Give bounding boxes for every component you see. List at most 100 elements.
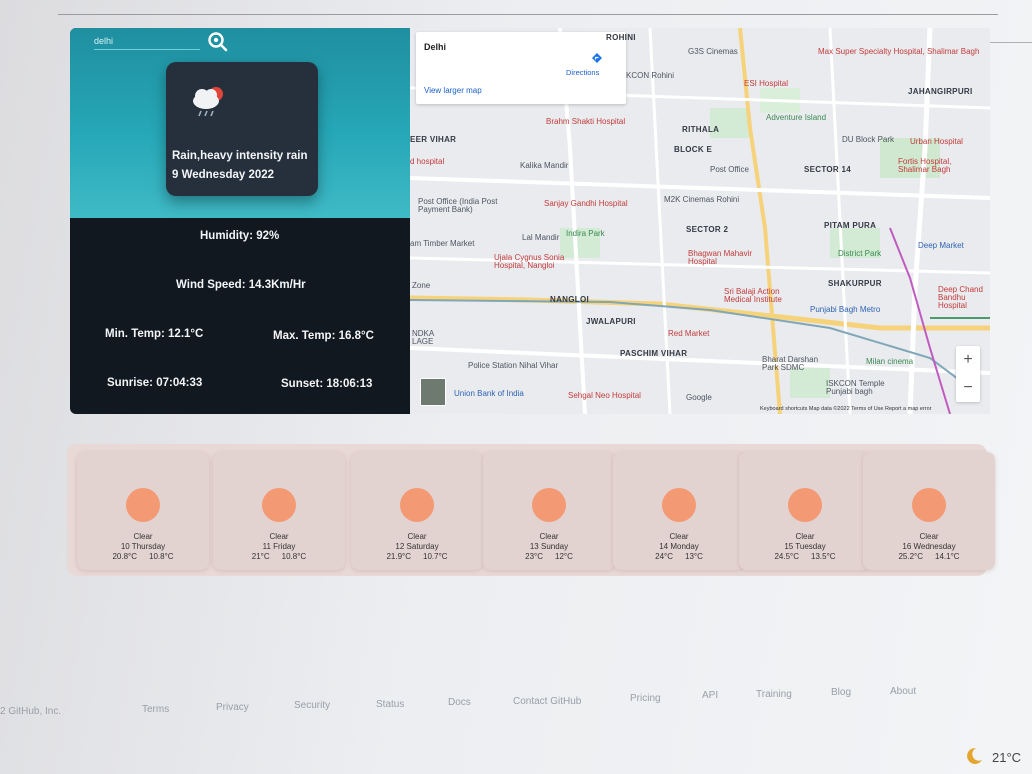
embedded-map[interactable]: Delhi Directions View larger map ROHINI … [410,28,990,414]
forecast-strip: Clear 10 Thursday 20.8°C 10.8°C Clear 11 Frid… [67,444,995,576]
forecast-condition: Clear [407,532,427,541]
forecast-day-card: Clear 13 Sunday 23°C 12°C [483,452,615,570]
forecast-day-card: Clear 16 Wednesday 25.2°C 14.1°C [863,452,995,570]
current-weather-card: Rain,heavy intensity rain 9 Wednesday 20… [166,62,318,196]
map-label-m2k: M2K Cinemas Rohini [664,195,740,204]
directions-icon[interactable] [591,52,603,64]
map-label-rithala: RITHALA [682,125,720,134]
map-label-jahangirpuri: JAHANGIRPURI [908,87,973,96]
map-info-box: Delhi Directions View larger map [416,32,626,104]
sun-icon [126,488,160,522]
forecast-min-temp: 10.8°C [149,552,174,561]
forecast-date: 12 Saturday [395,542,439,551]
footer-link-pricing[interactable]: Pricing [630,693,661,704]
map-label-bharat: Bharat Darshan Park SDMC [762,355,819,372]
forecast-condition: Clear [539,532,559,541]
zoom-in-icon[interactable]: + [956,346,980,374]
footer-link-status[interactable]: Status [376,699,404,710]
forecast-date: 10 Thursday [120,542,166,551]
forecast-temps: 21.9°C 10.7°C [351,552,483,561]
map-label-district-park: District Park [838,249,882,258]
map-label-esi: ESI Hospital [744,79,789,88]
map-label-bhagwan: Bhagwan Mahavir Hospital [688,249,753,266]
directions-link[interactable]: Directions [566,68,599,77]
map-label-post-office: Post Office [710,165,749,174]
map-label-sector2: SECTOR 2 [686,225,729,234]
max-temp: Max. Temp: 16.8°C [273,330,374,342]
weather-moon-icon [962,746,984,766]
map-label-kcon: KCON Rohini [626,71,675,80]
map-label-union-bank: Union Bank of India [454,389,524,398]
map-label-nangloi: NANGLOI [550,295,589,304]
forecast-temps: 24°C 13°C [613,552,745,561]
zoom-out-icon[interactable]: − [956,374,980,402]
forecast-max-temp: 20.8°C [112,552,137,561]
forecast-min-temp: 13°C [685,552,703,561]
sun-icon [262,488,296,522]
sun-icon [532,488,566,522]
taskbar-temperature: 21°C [992,750,1022,765]
footer-link-api[interactable]: API [702,690,718,701]
view-larger-map-link[interactable]: View larger map [424,86,482,95]
forecast-condition: Clear [795,532,815,541]
footer-link-terms[interactable]: Terms [142,704,169,715]
wind-speed: Wind Speed: 14.3Km/Hr [176,279,306,291]
forecast-temps: 23°C 12°C [483,552,615,561]
forecast-day-card: Clear 11 Friday 21°C 10.8°C [213,452,345,570]
forecast-min-temp: 10.7°C [423,552,448,561]
map-label-shakurpur: SHAKURPUR [828,279,882,288]
map-footer[interactable]: Keyboard shortcuts Map data ©2022 Terms … [760,406,931,412]
map-label-indira-park: Indira Park [566,229,605,238]
forecast-max-temp: 24°C [655,552,673,561]
forecast-min-temp: 13.5°C [811,552,836,561]
sun-icon [662,488,696,522]
map-label-red-market: Red Market [668,329,710,338]
map-label-pitampura: PITAM PURA [824,221,877,230]
map-label-lal-mandir: Lal Mandir [522,233,560,242]
humidity: Humidity: 92% [200,230,280,242]
map-label-jwalapuri: JWALAPURI [586,317,636,326]
footer-link-blog[interactable]: Blog [831,687,851,698]
forecast-max-temp: 24.5°C [774,552,799,561]
footer-copyright: 2 GitHub, Inc. [0,706,62,717]
search-icon[interactable] [206,30,230,54]
map-label-brahm: Brahm Shakti Hospital [546,117,626,126]
forecast-date: 15 Tuesday [784,542,826,551]
map-label-sector14: SECTOR 14 [804,165,852,174]
forecast-condition: Clear [269,532,289,541]
forecast-temps: 24.5°C 13.5°C [739,552,871,561]
map-place-name: Delhi [424,42,447,52]
footer-link-security[interactable]: Security [294,700,330,711]
map-label-milan: Milan cinema [866,357,914,366]
map-label-max-hospital: Max Super Specialty Hospital, Shalimar B… [818,47,980,56]
map-label-deep-market: Deep Market [918,241,964,250]
map-label-deep-chand: Deep Chand Bandhu Hospital [938,285,983,310]
forecast-day-card: Clear 14 Monday 24°C 13°C [613,452,745,570]
footer-link-training[interactable]: Training [756,689,792,700]
forecast-day-card: Clear 10 Thursday 20.8°C 10.8°C [77,452,209,570]
map-label-fortis: Fortis Hospital, Shalimar Bagh [898,157,952,174]
current-date: 9 Wednesday 2022 [172,169,275,181]
forecast-condition: Clear [669,532,689,541]
map-label-sri-balaji: Sri Balaji Action Medical Institute [724,287,782,304]
sun-icon [400,488,434,522]
footer-link-contact-github[interactable]: Contact GitHub [513,696,581,707]
city-search-input[interactable] [94,32,200,50]
satellite-toggle[interactable] [420,378,446,406]
map-label-block-e: BLOCK E [674,145,713,154]
map-label-rohini: ROHINI [606,33,636,42]
min-temp: Min. Temp: 12.1°C [105,328,204,340]
forecast-temps: 20.8°C 10.8°C [77,552,209,561]
map-label-police: Police Station Nihal Vihar [468,361,559,370]
sun-icon [912,488,946,522]
footer-link-about[interactable]: About [890,686,916,697]
footer-link-privacy[interactable]: Privacy [216,702,249,713]
forecast-condition: Clear [133,532,153,541]
forecast-condition: Clear [919,532,939,541]
map-label-punjabi-bagh: Punjabi Bagh Metro [810,305,881,314]
map-label-du-park: DU Block Park [842,135,895,144]
footer-link-docs[interactable]: Docs [448,697,471,708]
map-label-timber: am Timber Market [410,239,475,248]
rain-cloud-icon [188,82,232,122]
forecast-day-card: Clear 12 Saturday 21.9°C 10.7°C [351,452,483,570]
